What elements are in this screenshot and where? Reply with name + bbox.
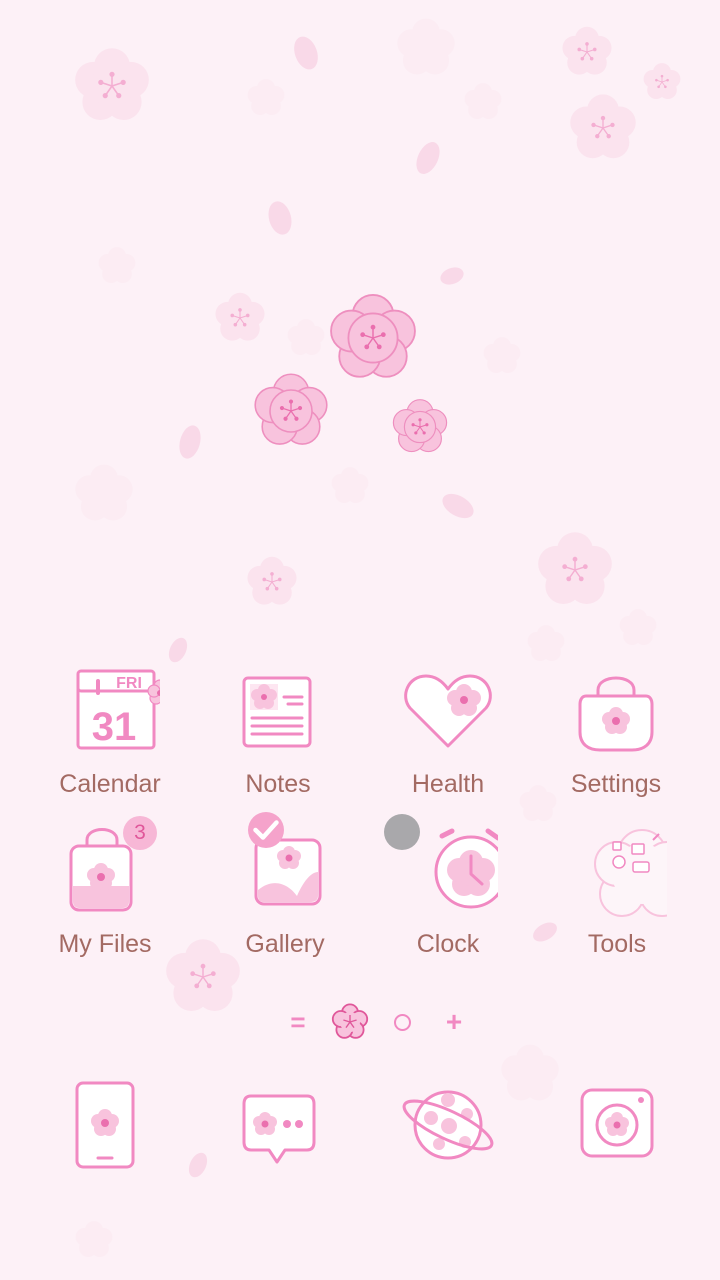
dock-camera[interactable] [562, 1070, 672, 1180]
messages-icon [242, 1094, 316, 1164]
app-my-files[interactable]: 3 My Files [30, 816, 180, 976]
app-calendar[interactable]: FRI 31 Calendar [35, 666, 185, 816]
calendar-date: 31 [92, 705, 137, 749]
gallery-icon [235, 812, 335, 926]
selected-check-icon [248, 812, 284, 848]
internet-planet-icon [402, 1090, 494, 1160]
tools-folder-icon [567, 826, 667, 926]
settings-label: Settings [570, 770, 662, 798]
clock-label: Clock [416, 930, 480, 958]
heart-icon [398, 666, 498, 766]
notification-badge: 3 [123, 816, 157, 850]
settings-bag-icon [566, 666, 666, 766]
dock-internet[interactable] [393, 1070, 503, 1180]
calendar-icon: FRI 31 [60, 666, 160, 766]
phone-icon [75, 1081, 135, 1169]
app-health[interactable]: Health [373, 666, 523, 816]
health-label: Health [411, 770, 485, 798]
flower-home-icon[interactable] [328, 1000, 372, 1044]
touch-indicator [384, 814, 420, 850]
dock-phone[interactable] [50, 1070, 160, 1180]
camera-icon [580, 1088, 654, 1158]
menu-glyph: = [290, 1006, 306, 1037]
page-dot-icon[interactable] [390, 1000, 414, 1044]
page-indicator: = + [0, 1000, 720, 1044]
app-settings[interactable]: Settings [541, 666, 691, 816]
menu-lines-icon[interactable]: = [284, 1000, 312, 1044]
notes-icon [228, 666, 328, 766]
add-page-icon[interactable]: + [440, 1000, 468, 1044]
tools-label: Tools [587, 930, 647, 958]
calendar-label: Calendar [59, 770, 161, 798]
my-files-label: My Files [58, 930, 152, 958]
add-glyph: + [445, 1006, 463, 1037]
folder-bag-icon: 3 [55, 816, 157, 926]
gallery-label: Gallery [245, 930, 325, 958]
dock-messages[interactable] [223, 1070, 333, 1180]
app-tools-folder[interactable]: Tools [542, 826, 692, 976]
app-gallery[interactable]: Gallery [210, 812, 360, 976]
calendar-day: FRI [116, 675, 142, 692]
